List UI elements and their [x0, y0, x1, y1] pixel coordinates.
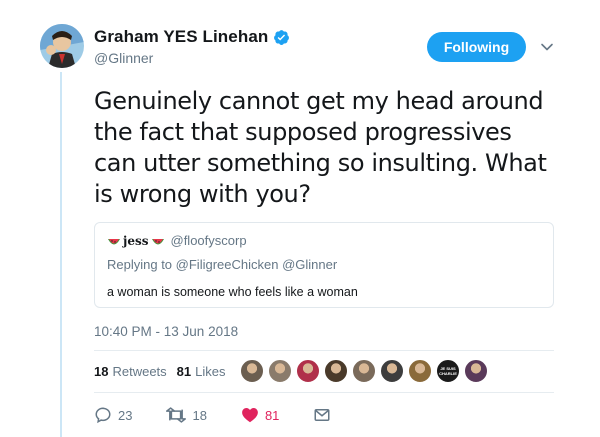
liker-avatar[interactable] — [268, 359, 292, 383]
liker-avatar[interactable] — [464, 359, 488, 383]
replying-to-prefix: Replying to — [107, 257, 173, 272]
retweets-count: 18 — [94, 364, 109, 379]
reply-count: 23 — [118, 407, 133, 423]
thread-line — [60, 72, 62, 437]
likes-count: 81 — [176, 364, 192, 379]
quoted-tweet[interactable]: jess @floofyscorp Replying to @FiligreeC… — [94, 222, 554, 308]
like-count: 81 — [264, 407, 280, 423]
reply-button[interactable]: 23 — [94, 406, 132, 424]
author-handle[interactable]: @Glinner — [94, 50, 153, 66]
following-button[interactable]: Following — [427, 32, 526, 62]
quoted-author-name[interactable]: jess — [123, 234, 149, 248]
author-name-row: Graham YES Linehan — [94, 27, 290, 47]
watermelon-emoji-icon — [151, 236, 165, 246]
quoted-author-handle[interactable]: @floofyscorp — [171, 233, 247, 248]
author-avatar[interactable] — [40, 24, 84, 68]
replying-to-handles[interactable]: @FiligreeChicken @Glinner — [176, 257, 338, 272]
retweet-count: 18 — [192, 407, 207, 423]
like-button[interactable]: 81 — [241, 406, 279, 424]
author-name[interactable]: Graham YES Linehan — [94, 27, 268, 47]
liker-avatar[interactable] — [408, 359, 432, 383]
divider — [94, 350, 554, 351]
divider — [94, 392, 554, 393]
liker-avatar[interactable] — [380, 359, 404, 383]
replying-to-line: Replying to @FiligreeChicken @Glinner — [107, 257, 337, 272]
tweet-stats: 18 Retweets 81 Likes — [94, 364, 226, 379]
verified-badge-icon — [273, 29, 290, 46]
heart-icon — [242, 407, 258, 423]
retweet-button[interactable]: 18 — [166, 406, 207, 424]
liker-avatar[interactable] — [240, 359, 264, 383]
liker-avatar[interactable]: JE SUIS CHARLIE — [436, 359, 460, 383]
liker-avatar[interactable] — [296, 359, 320, 383]
watermelon-emoji-icon — [107, 236, 121, 246]
quoted-tweet-header: jess @floofyscorp — [107, 233, 247, 248]
retweets-stat[interactable]: 18 Retweets — [94, 364, 167, 379]
direct-message-button[interactable] — [313, 406, 337, 424]
retweet-icon — [166, 407, 187, 423]
chevron-down-icon[interactable] — [540, 40, 554, 54]
quoted-tweet-text: a woman is someone who feels like a woma… — [107, 285, 358, 299]
likes-stat[interactable]: 81 Likes — [177, 364, 226, 379]
tweet-actions: 23 18 81 — [94, 406, 371, 424]
liker-avatar[interactable] — [352, 359, 376, 383]
liker-avatars: JE SUIS CHARLIE — [240, 359, 492, 383]
envelope-icon — [314, 409, 330, 421]
likes-label: Likes — [195, 364, 226, 379]
tweet-text: Genuinely cannot get my head around the … — [94, 87, 547, 208]
tweet-timestamp[interactable]: 10:40 PM - 13 Jun 2018 — [94, 324, 238, 339]
reply-icon — [95, 407, 111, 424]
liker-avatar[interactable] — [324, 359, 348, 383]
avatar-illustration — [40, 24, 84, 68]
retweets-label: Retweets — [112, 364, 167, 379]
